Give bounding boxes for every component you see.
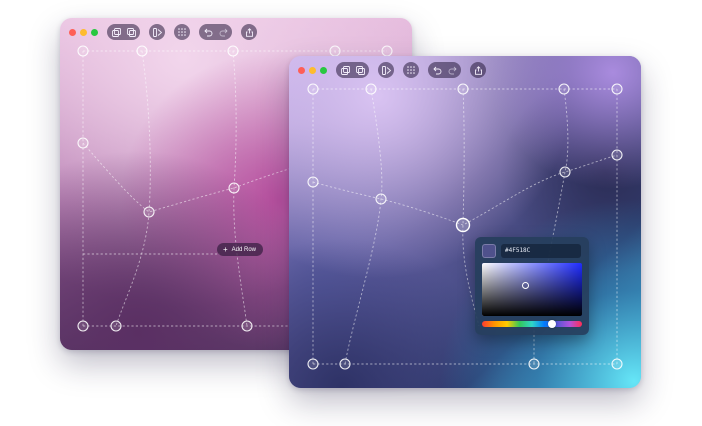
layers-icon[interactable] bbox=[149, 24, 165, 40]
front-window: #4F518C bbox=[289, 56, 641, 388]
color-picker-popover: #4F518C bbox=[475, 237, 589, 335]
hex-input[interactable]: #4F518C bbox=[501, 244, 581, 258]
back-copy-group bbox=[107, 24, 140, 40]
back-traffic-lights bbox=[69, 28, 98, 36]
duplicate-icon[interactable] bbox=[110, 26, 122, 38]
front-toolbar bbox=[298, 62, 495, 78]
copy-icon[interactable] bbox=[354, 64, 366, 76]
front-history-group bbox=[428, 62, 461, 78]
front-traffic-lights bbox=[298, 66, 327, 74]
hue-slider[interactable] bbox=[482, 320, 582, 328]
share-icon[interactable] bbox=[470, 62, 486, 78]
selected-mesh-point[interactable] bbox=[455, 217, 471, 233]
minimize-button[interactable] bbox=[309, 66, 316, 74]
grid-icon[interactable] bbox=[174, 24, 190, 40]
add-row-label: Add Row bbox=[231, 246, 257, 253]
back-toolbar bbox=[69, 24, 266, 40]
redo-icon[interactable] bbox=[217, 26, 229, 38]
layers-icon[interactable] bbox=[378, 62, 394, 78]
undo-icon[interactable] bbox=[202, 26, 214, 38]
close-button[interactable] bbox=[298, 66, 305, 74]
minimize-button[interactable] bbox=[80, 28, 87, 36]
front-copy-group bbox=[336, 62, 369, 78]
sv-black-layer bbox=[482, 263, 582, 316]
duplicate-icon[interactable] bbox=[339, 64, 351, 76]
add-row-button[interactable]: + Add Row bbox=[217, 243, 264, 256]
copy-icon[interactable] bbox=[125, 26, 137, 38]
zoom-button[interactable] bbox=[320, 66, 327, 74]
grid-icon[interactable] bbox=[403, 62, 419, 78]
close-button[interactable] bbox=[69, 28, 76, 36]
undo-icon[interactable] bbox=[431, 64, 443, 76]
zoom-button[interactable] bbox=[91, 28, 98, 36]
saturation-brightness-field[interactable] bbox=[482, 263, 582, 316]
hue-slider-knob[interactable] bbox=[548, 320, 556, 328]
color-swatch[interactable] bbox=[482, 244, 496, 258]
color-cursor[interactable] bbox=[522, 282, 529, 289]
front-gradient-canvas[interactable] bbox=[289, 56, 641, 388]
back-history-group bbox=[199, 24, 232, 40]
stage: + Add Row #4F518C bbox=[0, 0, 702, 426]
redo-icon[interactable] bbox=[446, 64, 458, 76]
plus-icon: + bbox=[223, 244, 228, 254]
share-icon[interactable] bbox=[241, 24, 257, 40]
